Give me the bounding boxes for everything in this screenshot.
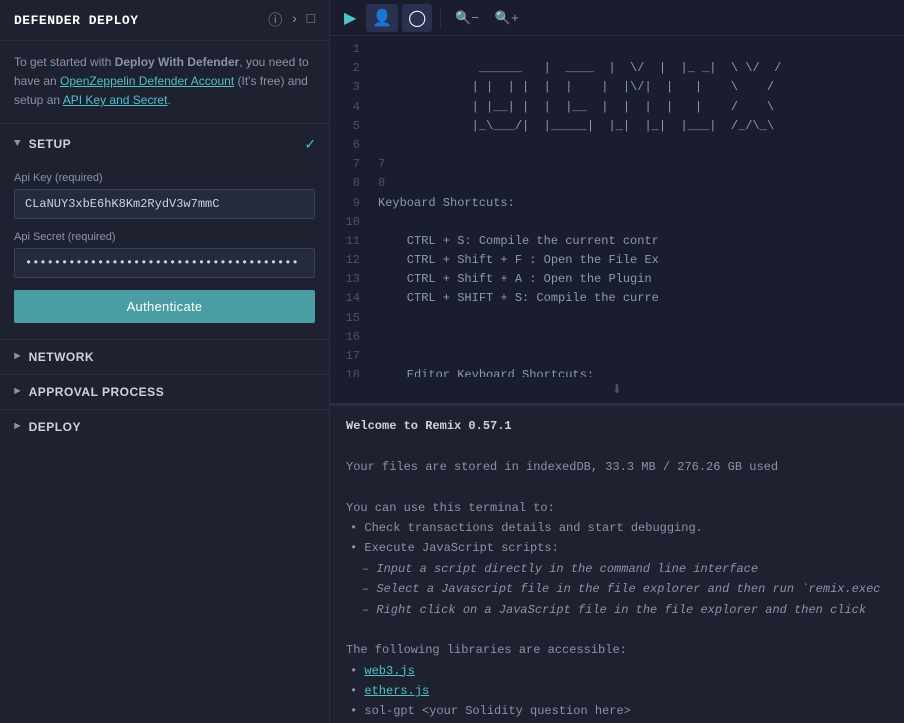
terminal[interactable]: Welcome to Remix 0.57.1 Your files are s…	[330, 403, 904, 723]
terminal-usage-title: You can use this terminal to:	[346, 498, 888, 518]
setup-check-icon: ✓	[305, 134, 315, 154]
sidebar: DEFENDER DEPLOY ⓘ › □ To get started wit…	[0, 0, 330, 723]
deploy-chevron-icon: ►	[14, 421, 21, 433]
api-secret-label: Api Secret (required)	[14, 231, 315, 243]
api-secret-input[interactable]	[14, 248, 315, 278]
setup-section: ▼ SETUP ✓ Api Key (required) Api Secret …	[0, 123, 329, 339]
scroll-indicator[interactable]: ⬇	[330, 377, 904, 403]
setup-section-header[interactable]: ▼ SETUP ✓	[0, 124, 329, 164]
sidebar-header: DEFENDER DEPLOY ⓘ › □	[0, 0, 329, 41]
zoom-out-button[interactable]: 🔍−	[449, 6, 485, 30]
code-content: ______ | ____ | \/ | |_ _| \ \/ / | | | …	[370, 36, 904, 377]
approval-section: ► APPROVAL PROCESS	[0, 374, 329, 409]
terminal-welcome: Welcome to Remix 0.57.1	[346, 416, 888, 436]
network-section-header[interactable]: ► NETWORK	[0, 340, 329, 374]
terminal-lib-2: • ethers.js	[346, 681, 888, 701]
play-button[interactable]: ▶	[338, 4, 362, 32]
main-panel: ▶ 👤 ◯ 🔍− 🔍+ 1234567891011121314151617181…	[330, 0, 904, 723]
terminal-sub-3: – Right click on a JavaScript file in th…	[346, 600, 888, 620]
api-key-label: Api Key (required)	[14, 172, 315, 184]
toolbar-separator	[440, 8, 441, 28]
sidebar-description: To get started with Deploy With Defender…	[0, 41, 329, 123]
editor-area: 12345678910111213141516171819 ______ | _…	[330, 36, 904, 723]
network-section-title: NETWORK	[29, 350, 95, 364]
deploy-section: ► DEPLOY	[0, 409, 329, 444]
layout-icon[interactable]: □	[307, 12, 315, 28]
api-key-link[interactable]: API Key and Secret	[63, 93, 168, 107]
terminal-sub-2: – Select a Javascript file in the file e…	[346, 579, 888, 599]
sidebar-title: DEFENDER DEPLOY	[14, 13, 139, 28]
chevron-right-icon[interactable]: ›	[290, 12, 298, 28]
setup-section-title: SETUP	[29, 137, 72, 151]
defender-account-link[interactable]: OpenZeppelin Defender Account	[60, 74, 234, 88]
info-icon[interactable]: ⓘ	[268, 10, 282, 30]
network-chevron-icon: ►	[14, 351, 21, 363]
authenticate-button[interactable]: Authenticate	[14, 290, 315, 323]
deploy-section-header[interactable]: ► DEPLOY	[0, 410, 329, 444]
toolbar: ▶ 👤 ◯ 🔍− 🔍+	[330, 0, 904, 36]
terminal-libraries-title: The following libraries are accessible:	[346, 640, 888, 660]
terminal-lib-3: • sol-gpt <your Solidity question here>	[346, 701, 888, 721]
terminal-sub-1: – Input a script directly in the command…	[346, 559, 888, 579]
person-icon-button[interactable]: 👤	[366, 4, 398, 32]
toggle-button[interactable]: ◯	[402, 4, 432, 32]
zoom-in-button[interactable]: 🔍+	[489, 6, 525, 30]
terminal-lib-1: • web3.js	[346, 661, 888, 681]
sidebar-header-icons: ⓘ › □	[268, 10, 315, 30]
terminal-usage-1: • Check transactions details and start d…	[346, 518, 888, 538]
approval-chevron-icon: ►	[14, 386, 21, 398]
setup-section-content: Api Key (required) Api Secret (required)…	[0, 164, 329, 339]
api-key-input[interactable]	[14, 189, 315, 219]
code-editor[interactable]: 12345678910111213141516171819 ______ | _…	[330, 36, 904, 377]
approval-section-header[interactable]: ► APPROVAL PROCESS	[0, 375, 329, 409]
terminal-storage: Your files are stored in indexedDB, 33.3…	[346, 457, 888, 477]
network-section: ► NETWORK	[0, 339, 329, 374]
approval-section-title: APPROVAL PROCESS	[29, 385, 165, 399]
setup-chevron-icon: ▼	[14, 138, 21, 150]
deploy-section-title: DEPLOY	[29, 420, 81, 434]
line-numbers: 12345678910111213141516171819	[330, 36, 370, 377]
terminal-usage-2: • Execute JavaScript scripts:	[346, 538, 888, 558]
